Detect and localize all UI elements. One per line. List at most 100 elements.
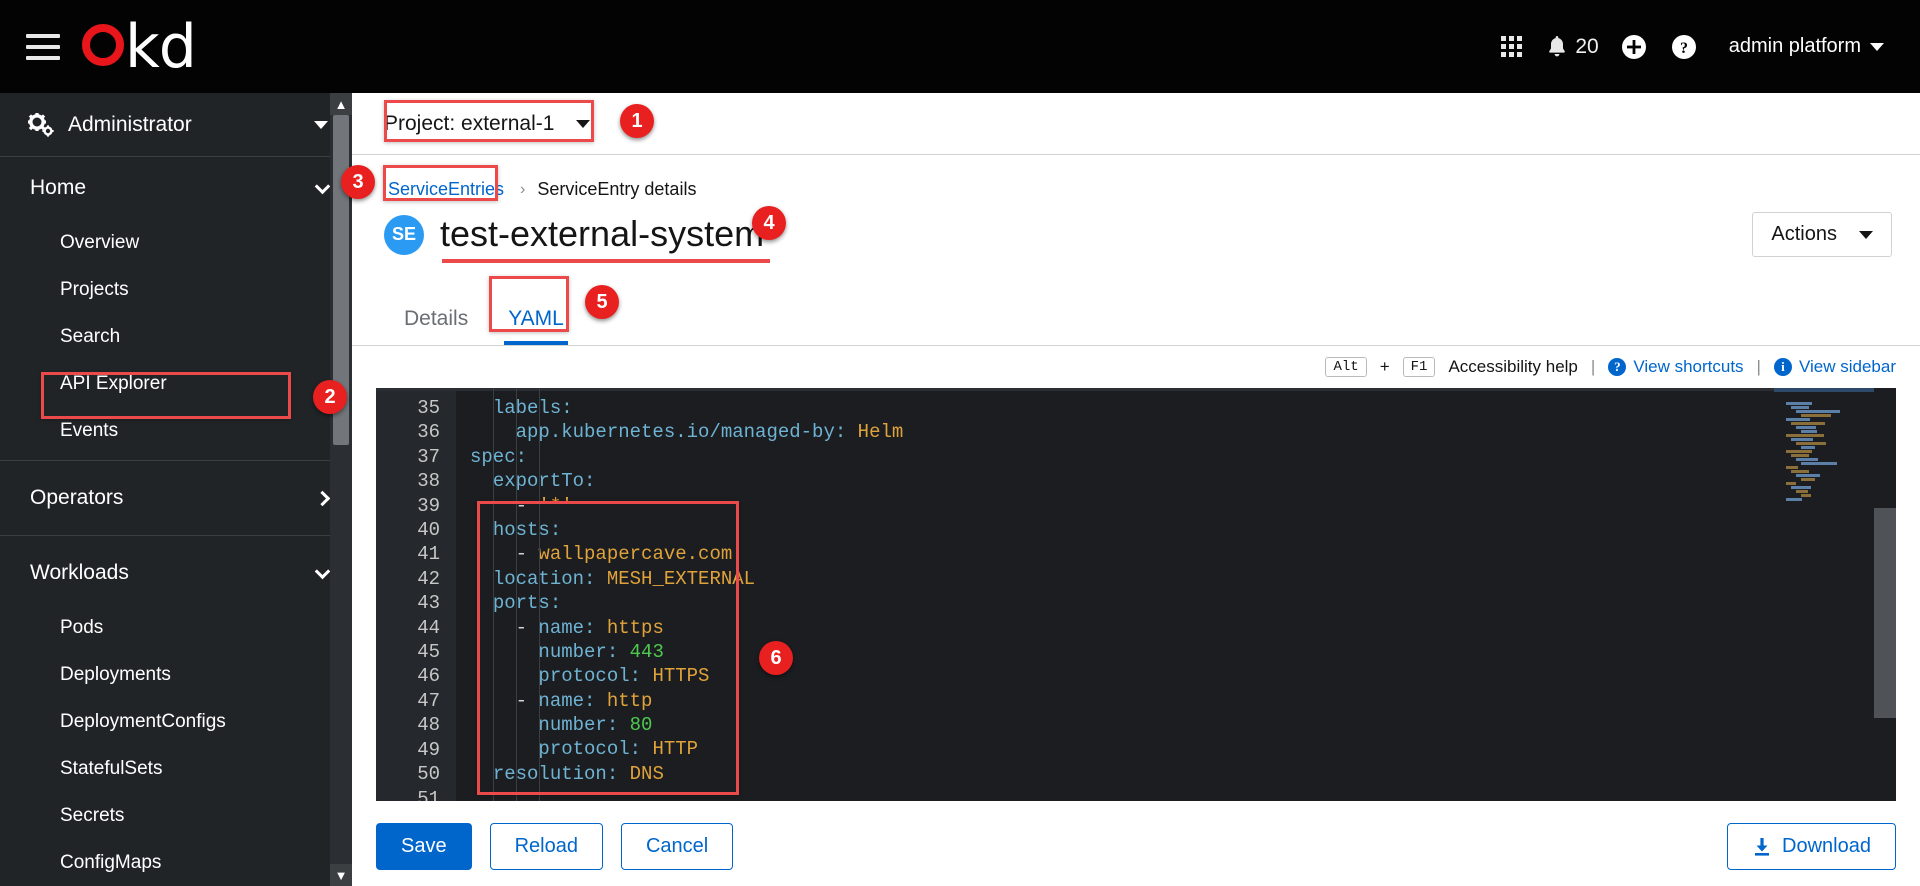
editor-line-number: 49 bbox=[417, 738, 440, 761]
editor-footer: Save Reload Cancel Download bbox=[352, 801, 1920, 870]
masthead: kd 20 ? admin platform bbox=[0, 0, 1920, 93]
editor-line-number: 43 bbox=[417, 592, 440, 615]
code-token: Helm bbox=[846, 421, 904, 444]
sidebar-item-pods[interactable]: Pods bbox=[0, 604, 352, 651]
toolbar-separator: | bbox=[1590, 357, 1596, 376]
scroll-up-arrow-icon[interactable]: ▲ bbox=[330, 93, 352, 115]
sidebar-section-label: Workloads bbox=[30, 561, 129, 584]
sidebar-section-home[interactable]: Home bbox=[0, 157, 352, 219]
masthead-toolbar: 20 ? admin platform bbox=[1486, 23, 1920, 71]
sidebar-item-label: StatefulSets bbox=[60, 757, 163, 779]
editor-code-line: spec: bbox=[470, 445, 1896, 469]
minimap-line bbox=[1780, 484, 1874, 497]
chevron-down-icon bbox=[314, 178, 331, 194]
sidebar-item-label: ConfigMaps bbox=[60, 851, 162, 873]
sidebar-divider bbox=[0, 460, 352, 461]
breadcrumb-current: ServiceEntry details bbox=[537, 179, 697, 199]
sidebar-section-operators[interactable]: Operators bbox=[0, 467, 352, 529]
editor-line-number: 50 bbox=[417, 763, 440, 786]
notification-count: 20 bbox=[1575, 34, 1599, 58]
cancel-button[interactable]: Cancel bbox=[620, 823, 734, 870]
sidebar-item-deployments[interactable]: Deployments bbox=[0, 651, 352, 698]
app-launcher-button[interactable] bbox=[1486, 23, 1536, 71]
sidebar-item-overview[interactable]: Overview bbox=[0, 219, 352, 266]
view-sidebar-label: View sidebar bbox=[1798, 357, 1896, 376]
sidebar-item-configmaps[interactable]: ConfigMaps bbox=[0, 839, 352, 886]
minimap-line bbox=[1780, 452, 1874, 465]
download-label: Download bbox=[1782, 835, 1871, 857]
editor-line-number: 42 bbox=[417, 567, 440, 590]
sidebar-section-workloads[interactable]: Workloads bbox=[0, 542, 352, 604]
download-button[interactable]: Download bbox=[1727, 823, 1896, 870]
editor-line-number: 45 bbox=[417, 641, 440, 664]
reload-button[interactable]: Reload bbox=[489, 823, 603, 870]
plus-symbol: + bbox=[1379, 357, 1390, 376]
sidebar-divider bbox=[0, 535, 352, 536]
user-menu-button[interactable]: admin platform bbox=[1709, 35, 1894, 58]
annotation-box-3 bbox=[383, 165, 498, 201]
help-button[interactable]: ? bbox=[1659, 23, 1709, 71]
annotation-badge-2: 2 bbox=[313, 380, 347, 414]
scroll-down-arrow-icon[interactable]: ▼ bbox=[330, 864, 352, 886]
actions-dropdown-button[interactable]: Actions bbox=[1752, 212, 1892, 257]
sidebar-item-deploymentconfigs[interactable]: DeploymentConfigs bbox=[0, 698, 352, 745]
download-icon bbox=[1755, 837, 1770, 856]
tab-label: Details bbox=[404, 307, 469, 330]
logo-o-icon bbox=[82, 23, 124, 66]
sidebar-item-label: Events bbox=[60, 419, 119, 441]
editor-line-number: 51 bbox=[417, 787, 440, 802]
editor-line-number: 38 bbox=[417, 470, 440, 493]
user-menu-label: admin platform bbox=[1728, 35, 1861, 57]
editor-line-number: 46 bbox=[417, 665, 440, 688]
view-shortcuts-link[interactable]: ? View shortcuts bbox=[1608, 357, 1744, 377]
sidebar-item-search[interactable]: Search bbox=[0, 313, 352, 360]
tab-details[interactable]: Details bbox=[384, 297, 488, 345]
sidebar-item-label: Projects bbox=[60, 278, 129, 300]
sidebar-item-label: Pods bbox=[60, 616, 104, 638]
editor-line-number: 40 bbox=[417, 519, 440, 542]
hamburger-bar bbox=[26, 44, 60, 49]
sidebar-item-label: Secrets bbox=[60, 804, 125, 826]
minimap-line bbox=[1780, 404, 1874, 417]
minimap-line bbox=[1780, 400, 1874, 413]
minimap-line bbox=[1780, 432, 1874, 445]
sidebar-section-label: Operators bbox=[30, 486, 124, 509]
sidebar-item-projects[interactable]: Projects bbox=[0, 266, 352, 313]
perspective-switcher[interactable]: Administrator bbox=[0, 93, 352, 157]
nav-toggle-button[interactable] bbox=[26, 33, 60, 60]
grid-apps-icon bbox=[1500, 36, 1522, 57]
notifications-button[interactable]: 20 bbox=[1536, 23, 1608, 71]
editor-line-number: 44 bbox=[417, 616, 440, 639]
editor-code-line: app.kubernetes.io/managed-by: Helm bbox=[470, 420, 1896, 444]
chevron-down-icon bbox=[314, 563, 331, 579]
minimap-line bbox=[1780, 480, 1874, 493]
logo-kd-text: kd bbox=[125, 11, 197, 82]
editor-line-numbers: 35 36 37 38 39 40 41 42 43 44 45 46 47 48 49 50 51 bbox=[376, 388, 456, 801]
sidebar-item-label: Deployments bbox=[60, 663, 171, 685]
okd-logo[interactable]: kd bbox=[82, 11, 197, 82]
view-sidebar-link[interactable]: i View sidebar bbox=[1773, 357, 1896, 377]
hamburger-bar bbox=[26, 55, 60, 60]
sidebar-section-label: Home bbox=[30, 176, 87, 199]
minimap-line bbox=[1780, 396, 1874, 409]
sidebar-item-statefulsets[interactable]: StatefulSets bbox=[0, 745, 352, 792]
editor-code-line: labels: bbox=[470, 396, 1896, 420]
annotation-box-2 bbox=[41, 372, 291, 419]
quick-create-button[interactable] bbox=[1609, 23, 1659, 71]
annotation-badge-4: 4 bbox=[752, 206, 786, 240]
code-token: exportTo: bbox=[492, 470, 596, 493]
editor-line-number: 35 bbox=[417, 397, 440, 419]
editor-scroll-thumb[interactable] bbox=[1874, 508, 1896, 718]
editor-minimap[interactable] bbox=[1774, 388, 1874, 801]
alt-key-hint: Alt bbox=[1325, 357, 1367, 377]
annotation-box-1 bbox=[384, 100, 594, 142]
editor-line-number: 41 bbox=[417, 543, 440, 566]
annotation-badge-1: 1 bbox=[620, 104, 654, 138]
minimap-line bbox=[1780, 488, 1874, 501]
sidebar-item-secrets[interactable]: Secrets bbox=[0, 792, 352, 839]
editor-toolbar: Alt + F1 Accessibility help | ? View sho… bbox=[352, 346, 1920, 388]
question-circle-icon: ? bbox=[1608, 358, 1627, 376]
save-button[interactable]: Save bbox=[376, 823, 472, 870]
editor-scrollbar[interactable] bbox=[1874, 388, 1896, 801]
sidebar-scrollbar[interactable]: ▲ ▼ bbox=[330, 93, 352, 886]
